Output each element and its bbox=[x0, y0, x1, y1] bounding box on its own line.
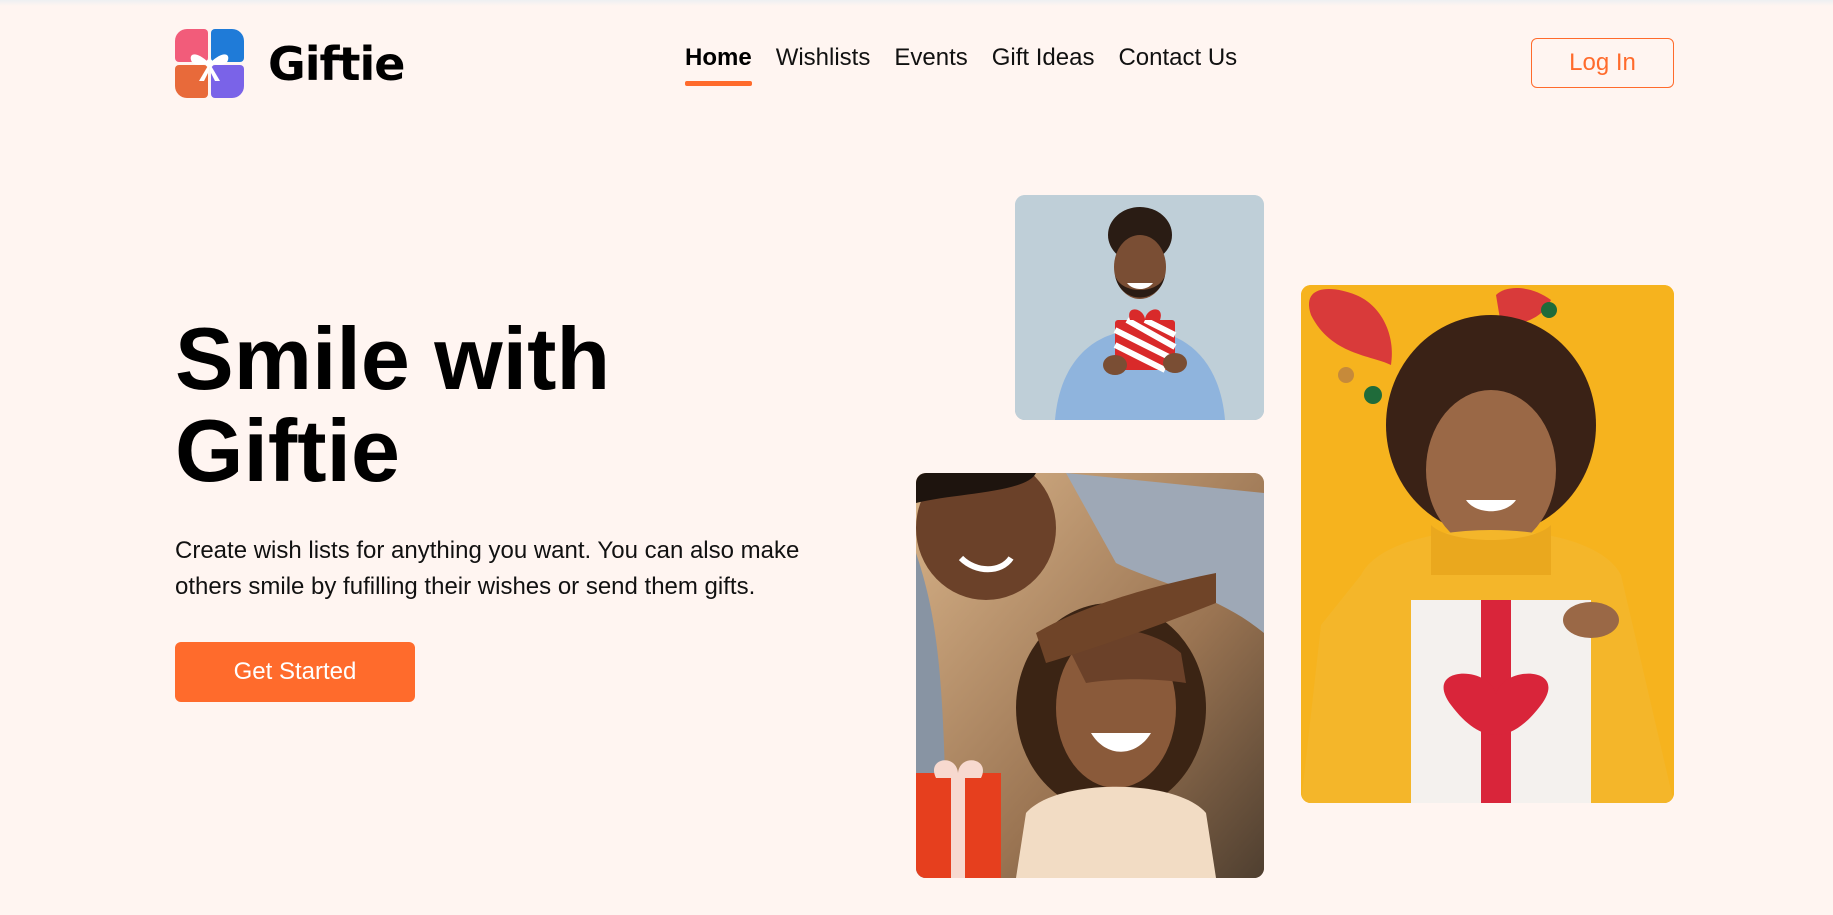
top-edge bbox=[0, 0, 1833, 6]
nav-events[interactable]: Events bbox=[894, 44, 967, 72]
nav-wishlists[interactable]: Wishlists bbox=[776, 44, 871, 72]
brand-logo[interactable]: Giftie bbox=[175, 29, 405, 98]
hero-title: Smile with Giftie bbox=[175, 313, 875, 497]
login-button[interactable]: Log In bbox=[1531, 38, 1674, 88]
nav-contact-us[interactable]: Contact Us bbox=[1118, 44, 1237, 72]
hero-title-line-2: Giftie bbox=[175, 401, 400, 500]
nav-home[interactable]: Home bbox=[685, 44, 752, 86]
photo-surprise-couple bbox=[916, 473, 1264, 878]
gift-logo-icon bbox=[175, 29, 244, 98]
photo-man-with-gift bbox=[1015, 195, 1264, 420]
main-nav: Home Wishlists Events Gift Ideas Contact… bbox=[685, 44, 1237, 86]
get-started-button[interactable]: Get Started bbox=[175, 642, 415, 702]
photo-woman-hugging-gift bbox=[1301, 285, 1674, 803]
brand-name: Giftie bbox=[268, 36, 405, 91]
hero-title-line-1: Smile with bbox=[175, 309, 611, 408]
nav-gift-ideas[interactable]: Gift Ideas bbox=[992, 44, 1095, 72]
hero-subtitle: Create wish lists for anything you want.… bbox=[175, 537, 800, 600]
